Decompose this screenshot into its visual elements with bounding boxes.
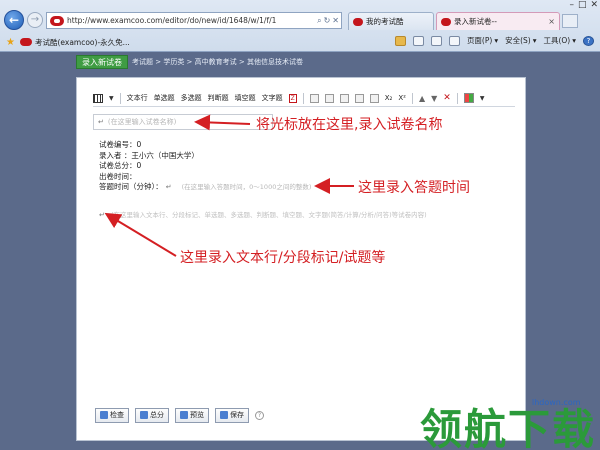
maximize-icon[interactable]: □ [578, 0, 587, 10]
answer-time-placeholder[interactable]: (在这里输入答题时间，0～1000之间的整数) [182, 182, 312, 193]
tools-menu[interactable]: 工具(O) ▾ [543, 35, 576, 46]
save-button[interactable]: 保存 [215, 407, 249, 423]
preview-button[interactable]: 预览 [175, 407, 209, 423]
stop-icon[interactable]: ✕ [332, 16, 339, 26]
copy-icon[interactable] [324, 93, 334, 103]
total-score-button[interactable]: 总分 [135, 407, 169, 423]
tab-favicon-icon [441, 17, 451, 26]
editor-actions: 检查 总分 预览 保存 ? [95, 407, 264, 423]
help-icon[interactable]: ? [255, 410, 264, 420]
new-exam-button[interactable]: 录入新试卷 [76, 55, 128, 69]
forward-button[interactable]: → [27, 12, 43, 28]
move-down-icon[interactable]: ▼ [431, 94, 437, 103]
favorites-star-icon[interactable]: ★ [6, 37, 15, 48]
move-up-icon[interactable]: ▲ [419, 94, 425, 103]
new-tab-button[interactable] [562, 14, 578, 28]
more-options-icon[interactable] [463, 93, 474, 103]
info-answer-time[interactable]: 答题时间（分钟）： ↵ (在这里输入答题时间，0～1000之间的整数) [99, 182, 311, 193]
feeds-icon[interactable] [412, 35, 424, 46]
search-icon[interactable]: ⌕ [317, 16, 321, 26]
page-header: 录入新试卷 考试题 > 学历类 > 高中教育考试 > 其他信息技术试卷 [76, 54, 303, 70]
paragraph-mark-icon: ↵ [98, 118, 104, 126]
insert-true-false[interactable]: 判断题 [208, 93, 229, 103]
subscript-icon[interactable]: X₂ [385, 94, 393, 102]
tab-my-examcoo[interactable]: 我的考试酷 [348, 12, 434, 30]
exam-name-input[interactable]: ↵ (在这里输入试卷名称) [93, 114, 273, 130]
image-icon[interactable] [354, 93, 364, 103]
info-total-score: 试卷总分：0 [99, 161, 142, 170]
insert-fill-blank[interactable]: 填空题 [235, 93, 256, 103]
chevron-down-icon[interactable]: ▼ [480, 95, 485, 102]
delete-icon[interactable]: ✕ [443, 93, 451, 103]
preview-icon [180, 411, 188, 419]
address-url[interactable]: http://www.examcoo.com/editor/do/new/id/… [67, 16, 317, 25]
print-icon[interactable] [448, 35, 460, 46]
help-icon[interactable]: ? [583, 35, 594, 46]
paragraph-mark-icon: ↵ [99, 211, 105, 219]
tab-label: 我的考试酷 [366, 17, 404, 26]
favorites-bar: ★ 考试酷(examcoo)-永久免... 页面(P) ▾ 安全(S) ▾ 工具(O… [0, 33, 600, 51]
chevron-down-icon[interactable]: ▼ [109, 95, 114, 102]
check-icon [100, 411, 108, 419]
annotation-answer-time: 这里录入答题时间 [358, 180, 470, 196]
info-author: 录入者 ：王小六（中国大学） [99, 150, 199, 160]
z-icon[interactable]: Z [288, 93, 297, 103]
breadcrumb[interactable]: 考试题 > 学历类 > 高中教育考试 > 其他信息技术试卷 [132, 57, 303, 67]
back-button[interactable]: ← [4, 10, 24, 30]
browser-chrome: ← → http://www.examcoo.com/editor/do/new… [0, 0, 600, 52]
insert-text-line[interactable]: 文本行 [127, 93, 148, 103]
home-icon[interactable] [394, 35, 406, 46]
minimize-icon[interactable]: – [569, 0, 574, 10]
save-icon [220, 411, 228, 419]
exam-body-input[interactable]: ↵ (在这里输入文本行、分段标记、单选题、多选题、判断题、填空题、文字题(简答/… [99, 209, 427, 219]
close-window-icon[interactable]: ✕ [590, 0, 598, 10]
insert-text-question[interactable]: 文字题 [262, 93, 283, 103]
favorite-favicon-icon [19, 38, 32, 46]
cut-icon[interactable] [309, 93, 319, 103]
paste-icon[interactable] [339, 93, 349, 103]
insert-single-choice[interactable]: 单选题 [154, 93, 175, 103]
exam-name-placeholder: (在这里输入试卷名称) [107, 118, 177, 126]
tab-favicon-icon [353, 17, 363, 26]
tab-new-exam[interactable]: 录入新试卷-- × [436, 12, 560, 30]
table-icon[interactable] [369, 93, 379, 103]
exam-body-placeholder: (在这里输入文本行、分段标记、单选题、多选题、判断题、填空题、文字题(简答/计算… [110, 211, 427, 219]
info-issue-time: 出卷时间： [99, 171, 137, 181]
safety-menu[interactable]: 安全(S) ▾ [505, 35, 536, 46]
exam-info: 试卷编号：0 录入者 ：王小六（中国大学） 试卷总分：0 出卷时间： 答题时间（… [99, 140, 311, 193]
site-favicon-icon [50, 15, 64, 26]
mail-icon[interactable] [430, 35, 442, 46]
grid-icon[interactable] [93, 93, 103, 103]
tab-close-icon[interactable]: × [548, 17, 555, 26]
annotation-exam-name: 将光标放在这里,录入试卷名称 [256, 117, 443, 133]
info-exam-id: 试卷编号：0 [99, 140, 142, 149]
watermark-url: lhdown.com [532, 398, 581, 407]
tab-label: 录入新试卷-- [454, 17, 497, 26]
address-bar[interactable]: http://www.examcoo.com/editor/do/new/id/… [46, 12, 342, 29]
score-icon [140, 411, 148, 419]
editor-toolbar: ▼ 文本行 单选题 多选题 判断题 填空题 文字题 Z X₂ X² ▲ ▼ ✕ … [93, 90, 515, 107]
page-menu[interactable]: 页面(P) ▾ [467, 35, 498, 46]
check-button[interactable]: 检查 [95, 407, 129, 423]
annotation-exam-body: 这里录入文本行/分段标记/试题等 [180, 250, 386, 266]
superscript-icon[interactable]: X² [398, 94, 406, 102]
paragraph-mark-icon: ↵ [165, 183, 172, 191]
favorite-item[interactable]: 考试酷(examcoo)-永久免... [35, 37, 130, 48]
insert-multi-choice[interactable]: 多选题 [181, 93, 202, 103]
refresh-icon[interactable]: ↻ [324, 16, 331, 26]
